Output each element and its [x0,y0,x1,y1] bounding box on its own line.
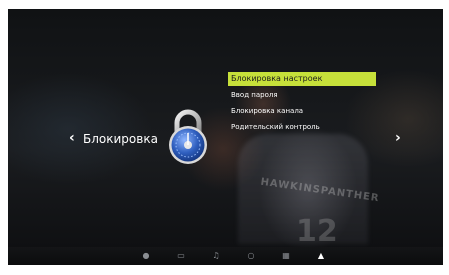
menu-item-password-entry[interactable]: Ввод пароля [228,88,376,102]
grid-icon[interactable]: ▦ [281,251,291,261]
menu-item-parental-control[interactable]: Родительский контроль [228,120,376,134]
lock-icon[interactable]: ▲ [316,251,326,261]
settings-icon[interactable]: ○ [246,251,256,261]
menu-item-settings-lock[interactable]: Блокировка настроек [228,72,376,86]
chevron-left-icon[interactable]: ‹ [69,131,75,145]
menu-item-channel-lock[interactable]: Блокировка канала [228,104,376,118]
chevron-right-icon[interactable]: › [395,131,401,145]
picture-icon[interactable]: ● [141,251,151,261]
bottom-taskbar: ● ▭ ♫ ○ ▦ ▲ [8,247,443,265]
lock-icon [169,109,207,164]
music-icon[interactable]: ♫ [211,251,221,261]
lock-submenu: Блокировка настроек Ввод пароля Блокиров… [228,72,376,136]
monitor-icon[interactable]: ▭ [176,251,186,261]
jersey-number: 12 [296,214,338,249]
tv-screen: HAWKINSPANTHER 12 ‹ Блокировка Блокировк… [8,9,443,265]
menu-category-title: Блокировка [83,132,158,146]
